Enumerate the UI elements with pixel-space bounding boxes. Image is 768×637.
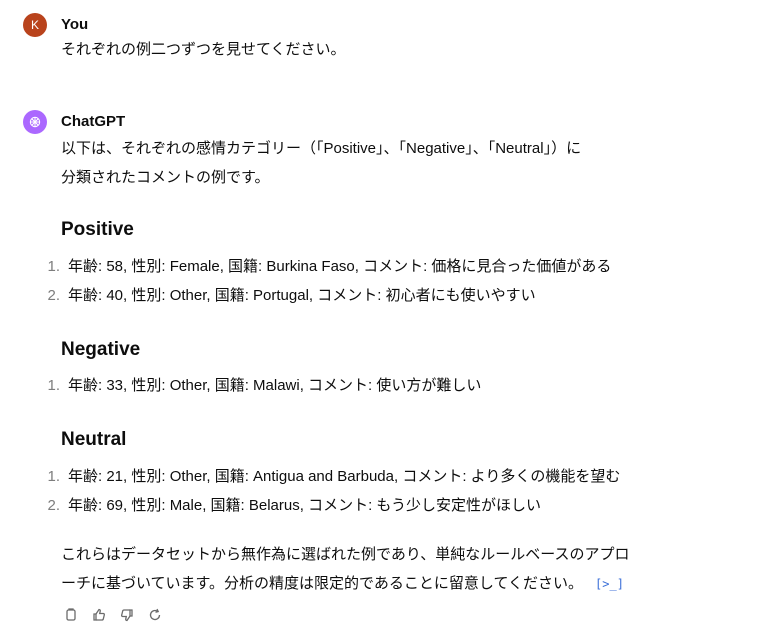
list-item: 2. 年齢: 69, 性別: Male, 国籍: Belarus, コメント: … [0,491,768,520]
outro-line-2: ーチに基づいています。分析の精度は限定的であることに留意してください。 [>_] [61,569,624,599]
list-number: 2. [47,497,60,514]
list-item: 1. 年齢: 21, 性別: Other, 国籍: Antigua and Ba… [0,462,768,491]
chatgpt-logo-icon [23,110,47,134]
intro-line-1: 以下は、それぞれの感情カテゴリー（「Positive」、「Negative」、「… [61,140,582,157]
outro-line-1: これらはデータセットから無作為に選ばれた例であり、単純なルールベースのアプロ [61,546,630,563]
list-number: 2. [47,287,60,304]
thumbs-up-icon[interactable] [90,606,108,624]
section-heading-positive: Positive [61,219,134,240]
thumbs-down-icon[interactable] [118,606,136,624]
assistant-author-name: ChatGPT [61,113,126,130]
user-message-text: それぞれの例二つずつを見せてください。 [61,41,346,58]
message-actions [62,606,164,624]
section-heading-neutral: Neutral [61,429,127,450]
list-item-text: 年齢: 40, 性別: Other, 国籍: Portugal, コメント: 初… [68,287,536,304]
list-item: 1. 年齢: 58, 性別: Female, 国籍: Burkina Faso,… [0,252,768,281]
user-author-name: You [61,16,89,33]
copy-icon[interactable] [62,606,80,624]
outro-line-2-text: ーチに基づいています。分析の精度は限定的であることに留意してください。 [61,575,584,592]
list-number: 1. [47,258,60,275]
list-item: 1. 年齢: 33, 性別: Other, 国籍: Malawi, コメント: … [0,371,768,400]
intro-line-2: 分類されたコメントの例です。 [61,169,270,186]
list-item: 2. 年齢: 40, 性別: Other, 国籍: Portugal, コメント… [0,281,768,310]
regenerate-icon[interactable] [146,606,164,624]
section-heading-negative: Negative [61,339,141,360]
list-item-text: 年齢: 21, 性別: Other, 国籍: Antigua and Barbu… [68,468,621,485]
list-item-text: 年齢: 69, 性別: Male, 国籍: Belarus, コメント: もう少… [68,497,541,514]
list-item-text: 年齢: 58, 性別: Female, 国籍: Burkina Faso, コメ… [68,258,612,275]
code-interpreter-citation-button[interactable]: [>_] [595,570,624,599]
user-avatar: K [23,13,47,37]
list-number: 1. [47,468,60,485]
list-item-text: 年齢: 33, 性別: Other, 国籍: Malawi, コメント: 使い方… [68,377,482,394]
user-avatar-initial: K [30,18,39,32]
list-number: 1. [47,377,60,394]
